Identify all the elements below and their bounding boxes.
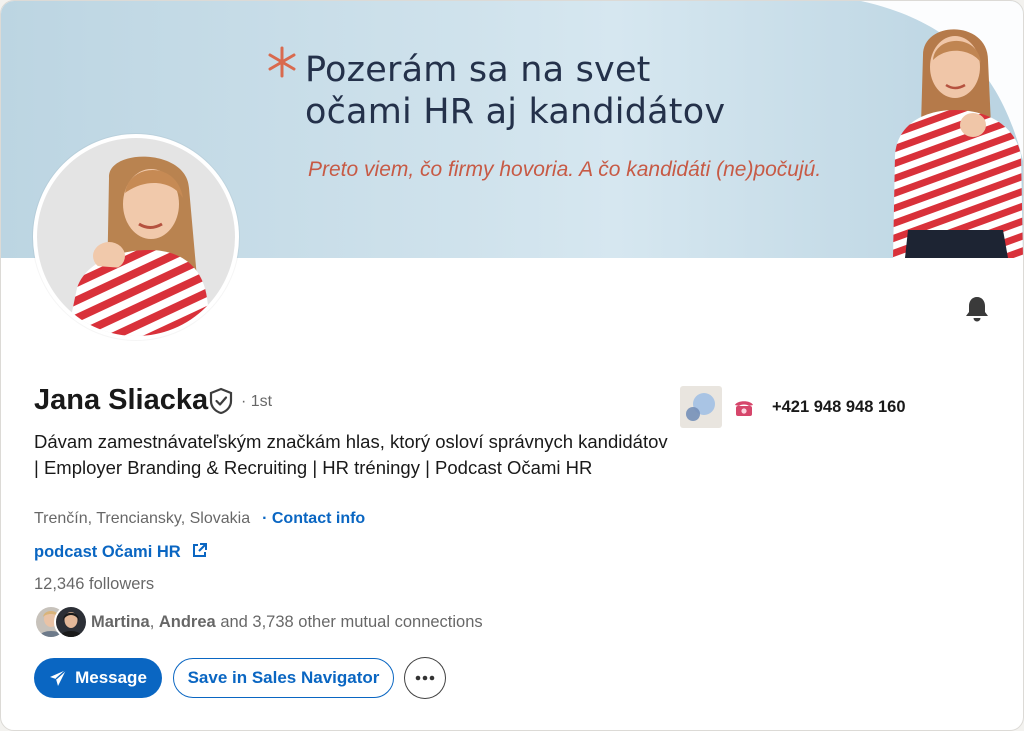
website-label: podcast Očami HR	[34, 543, 181, 561]
save-in-sales-navigator-button[interactable]: Save in Sales Navigator	[173, 658, 394, 698]
mutual-avatar	[54, 605, 88, 639]
mutual-rest: and 3,738 other mutual connections	[220, 613, 483, 631]
mutual-avatar-photo	[56, 607, 86, 637]
phone-number[interactable]: +421 948 948 160	[772, 398, 906, 417]
location-row: Trenčín, Trenciansky, Slovakia · Contact …	[34, 510, 365, 528]
banner-headline: Pozerám sa na svet očami HR aj kandidáto…	[305, 49, 725, 133]
send-icon	[50, 669, 67, 686]
more-actions-button[interactable]	[404, 657, 446, 699]
bell-icon[interactable]	[961, 293, 993, 325]
followers-count[interactable]: 12,346 followers	[34, 575, 154, 594]
banner-portrait	[893, 29, 1023, 258]
banner-subline: Preto viem, čo firmy hovoria. A čo kandi…	[308, 158, 822, 181]
external-link-icon	[193, 543, 208, 557]
banner-headline-line1: Pozerám sa na svet	[305, 50, 651, 90]
contact-info-link[interactable]: · Contact info	[262, 510, 365, 527]
verified-shield-icon[interactable]	[207, 386, 235, 416]
avatar-photo	[37, 138, 235, 336]
profile-location: Trenčín, Trenciansky, Slovakia	[34, 510, 251, 527]
profile-avatar[interactable]	[33, 134, 239, 340]
profile-headline: Dávam zamestnávateľským značkám hlas, kt…	[34, 431, 668, 478]
star-icon	[268, 46, 296, 78]
website-link[interactable]: podcast Očami HR	[34, 542, 208, 562]
company-logo[interactable]	[680, 386, 722, 428]
connection-degree: · 1st	[241, 393, 273, 410]
mutual-text: Martina, Andrea and 3,738 other mutual c…	[91, 613, 483, 631]
sales-navigator-label: Save in Sales Navigator	[187, 668, 380, 687]
company-logo-icon	[686, 393, 715, 421]
banner-headline-line2: očami HR aj kandidátov	[305, 92, 726, 132]
phone-icon	[735, 401, 753, 416]
profile-card: Pozerám sa na svet očami HR aj kandidáto…	[0, 0, 1024, 731]
message-button[interactable]: Message	[34, 658, 162, 698]
profile-name: Jana Sliacka	[34, 384, 209, 416]
message-label: Message	[75, 668, 147, 687]
mutual-name-1: Martina	[91, 613, 150, 631]
mutual-name-2: Andrea	[158, 613, 216, 631]
more-icon	[415, 675, 435, 681]
